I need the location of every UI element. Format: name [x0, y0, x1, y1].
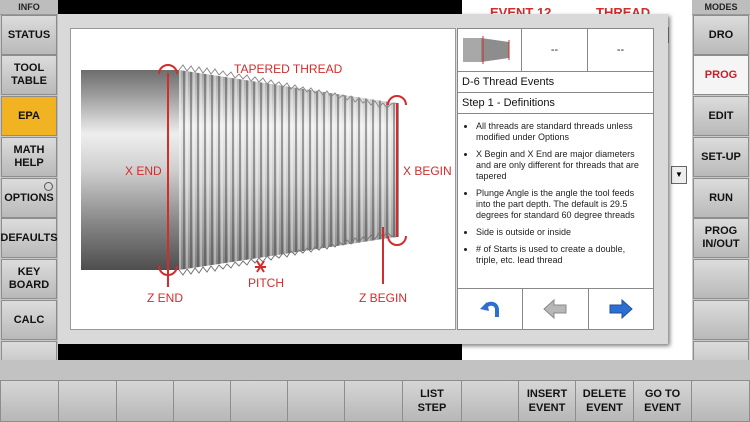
keyboard-button[interactable]: KEY BOARD: [1, 259, 57, 299]
prog-button[interactable]: PROG: [693, 55, 749, 95]
softkey-6[interactable]: [287, 380, 345, 422]
softkey-5[interactable]: [230, 380, 288, 422]
dro-button[interactable]: DRO: [693, 15, 749, 55]
prog-in-out-button[interactable]: PROG IN/OUT: [693, 218, 749, 258]
softkey-7[interactable]: [344, 380, 403, 422]
left-arrow-icon: [543, 299, 567, 319]
softkey-2[interactable]: [58, 380, 117, 422]
threaded-section: [179, 70, 396, 270]
z-begin-label: Z BEGIN: [359, 291, 407, 305]
step-thumbnails: -- --: [458, 29, 653, 72]
edit-button[interactable]: EDIT: [693, 96, 749, 136]
options-indicator-icon: [44, 182, 53, 191]
softkey-9[interactable]: [461, 380, 519, 422]
help-panel: -- -- D-6 Thread Events Step 1 - Definit…: [457, 28, 654, 330]
return-button[interactable]: [458, 289, 524, 329]
x-begin-label: X BEGIN: [403, 164, 452, 178]
tapered-thread-label: TAPERED THREAD: [234, 62, 343, 76]
insert-event-button[interactable]: INSERT EVENT: [518, 380, 576, 422]
previous-step-button[interactable]: [523, 289, 589, 329]
calc-button[interactable]: CALC: [1, 300, 57, 340]
delete-event-button[interactable]: DELETE EVENT: [575, 380, 634, 422]
defaults-button[interactable]: DEFAULTS: [0, 218, 58, 258]
math-help-button[interactable]: MATH HELP: [1, 137, 57, 177]
help-step: Step 1 - Definitions: [458, 93, 653, 114]
help-bullets: All threads are standard threads unless …: [458, 114, 653, 292]
softkey-4[interactable]: [173, 380, 231, 422]
thread-diagram-svg: TAPERED THREAD X END X BEGIN Z END PITCH…: [81, 62, 452, 305]
return-arrow-icon: [480, 301, 500, 317]
list-step-button[interactable]: LIST STEP: [402, 380, 462, 422]
next-step-button[interactable]: [589, 289, 653, 329]
thumbnail-2[interactable]: --: [522, 29, 588, 71]
modes-header: MODES: [692, 0, 750, 15]
z-end-label: Z END: [147, 291, 183, 305]
softkey-3[interactable]: [116, 380, 174, 422]
dropdown-arrow-icon[interactable]: ▼: [671, 166, 687, 184]
tool-table-button[interactable]: TOOL TABLE: [1, 55, 57, 95]
softkey-1[interactable]: [0, 380, 59, 422]
list-item: Plunge Angle is the angle the tool feeds…: [476, 188, 647, 221]
help-navigation: [458, 288, 653, 329]
epa-button[interactable]: EPA: [1, 96, 57, 136]
right-empty-button-2[interactable]: [693, 300, 749, 340]
status-button[interactable]: STATUS: [1, 15, 57, 55]
setup-button[interactable]: SET-UP: [693, 137, 749, 177]
run-button[interactable]: RUN: [693, 178, 749, 218]
list-item: X Begin and X End are major diameters an…: [476, 149, 647, 182]
softkey-13[interactable]: [691, 380, 750, 422]
list-item: Side is outside or inside: [476, 227, 647, 238]
list-item: All threads are standard threads unless …: [476, 121, 647, 143]
list-item: # of Starts is used to create a double, …: [476, 244, 647, 266]
thumbnail-3[interactable]: --: [588, 29, 653, 71]
options-label: OPTIONS: [4, 191, 54, 204]
thread-thumbnail-icon: [462, 36, 509, 64]
thumbnail-current[interactable]: [458, 29, 522, 71]
help-title: D-6 Thread Events: [458, 72, 653, 93]
right-arrow-icon: [609, 299, 633, 319]
info-header: INFO: [0, 0, 58, 15]
pitch-label: PITCH: [248, 276, 284, 290]
right-empty-button-1[interactable]: [693, 259, 749, 299]
thread-diagram: TAPERED THREAD X END X BEGIN Z END PITCH…: [70, 28, 456, 330]
options-button[interactable]: OPTIONS: [1, 178, 57, 218]
go-to-event-button[interactable]: GO TO EVENT: [633, 380, 692, 422]
x-end-label: X END: [125, 164, 162, 178]
